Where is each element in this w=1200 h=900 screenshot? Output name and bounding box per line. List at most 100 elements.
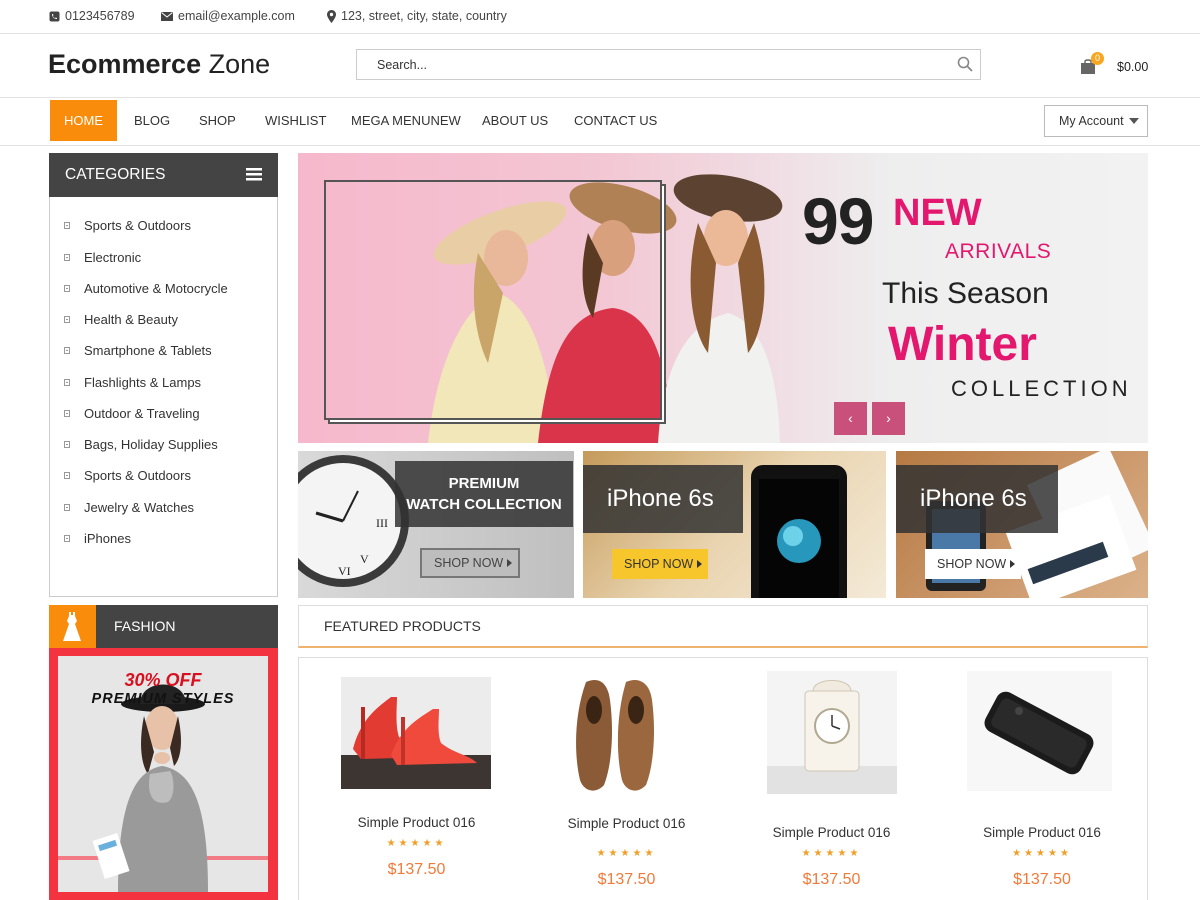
product-card[interactable]: Simple Product 016 ★★★★★ $137.50 xyxy=(759,671,904,891)
fashion-header[interactable]: FASHION xyxy=(49,605,278,648)
list-bullet-icon xyxy=(64,503,70,511)
shop-now-label: SHOP NOW xyxy=(624,557,694,571)
product-image[interactable] xyxy=(564,670,674,795)
category-label: Smartphone & Tablets xyxy=(84,342,212,358)
list-bullet-icon xyxy=(64,378,70,386)
product-image[interactable] xyxy=(967,671,1112,791)
product-image[interactable] xyxy=(767,671,897,794)
category-item[interactable]: Sports & Outdoors xyxy=(64,215,191,235)
list-bullet-icon xyxy=(64,409,70,417)
logo-light-text: Zone xyxy=(208,49,271,79)
category-item[interactable]: Bags, Holiday Supplies xyxy=(64,434,218,454)
site-header: Ecommerce Zone 0 $0.00 xyxy=(0,34,1200,98)
fashion-promo-banner[interactable]: 30% OFF PREMIUM STYLES xyxy=(49,648,278,900)
category-label: Outdoor & Traveling xyxy=(84,405,200,421)
shop-now-button[interactable]: SHOP NOW xyxy=(612,549,708,579)
nav-contact-us[interactable]: CONTACT US xyxy=(574,100,657,141)
product-image[interactable] xyxy=(341,677,491,789)
product-name[interactable]: Simple Product 016 xyxy=(967,825,1117,840)
iphone-illustration xyxy=(751,465,847,598)
product-price: $137.50 xyxy=(1013,871,1071,888)
category-label: Flashlights & Lamps xyxy=(84,374,202,390)
hero-collection: COLLECTION xyxy=(951,376,1132,401)
featured-products-header: FEATURED PRODUCTS xyxy=(298,605,1148,648)
promo-tile-watch[interactable]: III V VI PREMIUM WATCH COLLECTION SHOP N… xyxy=(298,451,574,598)
hero-new: NEW xyxy=(893,192,982,234)
product-name[interactable]: Simple Product 016 xyxy=(339,815,494,830)
slider-prev-button[interactable]: ‹ xyxy=(834,402,867,435)
category-item[interactable]: Flashlights & Lamps xyxy=(64,372,201,392)
categories-title: CATEGORIES xyxy=(65,166,166,183)
promo-watch-line1: PREMIUM xyxy=(448,475,520,492)
shop-now-button[interactable]: SHOP NOW xyxy=(420,548,520,578)
category-item[interactable]: Outdoor & Traveling xyxy=(64,403,200,423)
cart-widget[interactable]: 0 $0.00 xyxy=(1080,52,1150,82)
list-bullet-icon xyxy=(64,253,70,261)
category-item[interactable]: Jewelry & Watches xyxy=(64,497,194,517)
site-logo[interactable]: Ecommerce Zone xyxy=(48,49,270,80)
search-input[interactable] xyxy=(357,50,947,79)
nav-about-us[interactable]: ABOUT US xyxy=(482,100,548,141)
category-item[interactable]: Sports & Outdoors xyxy=(64,465,191,485)
categories-header[interactable]: CATEGORIES xyxy=(49,153,278,197)
promo-watch-title: PREMIUM WATCH COLLECTION xyxy=(395,461,573,527)
shop-now-button[interactable]: SHOP NOW xyxy=(925,549,1021,579)
black-phone-image xyxy=(984,691,1094,775)
decorative-frame xyxy=(324,180,662,420)
product-card[interactable]: Simple Product 016 ★★★★★ $137.50 xyxy=(554,670,699,890)
promo-tile-iphone-1[interactable]: iPhone 6s SHOP NOW xyxy=(583,451,886,598)
email-info: email@example.com xyxy=(161,9,295,23)
logo-bold-text: Ecommerce xyxy=(48,49,202,79)
search-icon[interactable] xyxy=(957,56,973,72)
category-item[interactable]: Automotive & Motocrycle xyxy=(64,278,228,298)
list-bullet-icon xyxy=(64,346,70,354)
category-label: Health & Beauty xyxy=(84,311,178,327)
list-bullet-icon xyxy=(64,471,70,479)
hamburger-menu-icon[interactable] xyxy=(246,168,262,181)
my-account-dropdown[interactable]: My Account xyxy=(1044,105,1148,137)
featured-products-grid: Simple Product 016 ★★★★★ $137.50 Simple … xyxy=(298,657,1148,900)
phone-icon xyxy=(49,11,60,21)
triangle-right-icon xyxy=(1010,560,1015,568)
product-price: $137.50 xyxy=(802,871,861,888)
brown-shoes-image xyxy=(576,680,654,791)
cart-count-badge: 0 xyxy=(1091,52,1104,65)
svg-text:III: III xyxy=(376,516,388,530)
category-label: Automotive & Motocrycle xyxy=(84,280,228,296)
promo-watch-line2: WATCH COLLECTION xyxy=(406,496,562,513)
nav-home[interactable]: HOME xyxy=(50,100,117,141)
category-label: Sports & Outdoors xyxy=(84,217,191,233)
clock-image xyxy=(767,680,897,794)
product-name[interactable]: Simple Product 016 xyxy=(759,825,904,840)
slider-next-button[interactable]: › xyxy=(872,402,905,435)
category-item[interactable]: Electronic xyxy=(64,247,141,267)
product-price: $137.50 xyxy=(597,871,656,888)
star-rating-icon: ★★★★★ xyxy=(801,848,862,859)
fashion-discount-text: 30% OFF xyxy=(124,670,202,690)
list-bullet-icon xyxy=(64,284,70,292)
product-name[interactable]: Simple Product 016 xyxy=(554,816,699,831)
dress-icon-box xyxy=(49,605,96,648)
cart-total: $0.00 xyxy=(1117,60,1149,74)
hero-season: This Season xyxy=(882,277,1049,310)
category-label: Bags, Holiday Supplies xyxy=(84,436,218,452)
list-bullet-icon xyxy=(64,221,70,229)
nav-wishlist[interactable]: WISHLIST xyxy=(265,100,326,141)
category-item[interactable]: iPhones xyxy=(64,528,131,548)
dress-icon xyxy=(63,612,81,641)
nav-mega-menu[interactable]: MEGA MENUNEW xyxy=(351,100,461,141)
product-card[interactable]: Simple Product 016 ★★★★★ $137.50 xyxy=(967,671,1117,891)
phone-text: 0123456789 xyxy=(65,9,135,23)
fashion-style-text: PREMIUM STYLES xyxy=(91,691,235,707)
category-item[interactable]: Smartphone & Tablets xyxy=(64,340,212,360)
fashion-promo-image: 30% OFF PREMIUM STYLES xyxy=(58,656,268,892)
product-card[interactable]: Simple Product 016 ★★★★★ $137.50 xyxy=(339,676,494,886)
nav-blog[interactable]: BLOG xyxy=(134,100,170,141)
nav-shop[interactable]: SHOP xyxy=(199,100,236,141)
star-rating-icon: ★★★★★ xyxy=(386,838,447,849)
list-bullet-icon xyxy=(64,440,70,448)
hero-slider: 99 NEW ARRIVALS This Season Winter COLLE… xyxy=(298,153,1148,443)
promo-iphone-title: iPhone 6s xyxy=(896,465,1058,533)
promo-tile-iphone-2[interactable]: iPhone 6s SHOP NOW xyxy=(896,451,1148,598)
category-item[interactable]: Health & Beauty xyxy=(64,309,178,329)
